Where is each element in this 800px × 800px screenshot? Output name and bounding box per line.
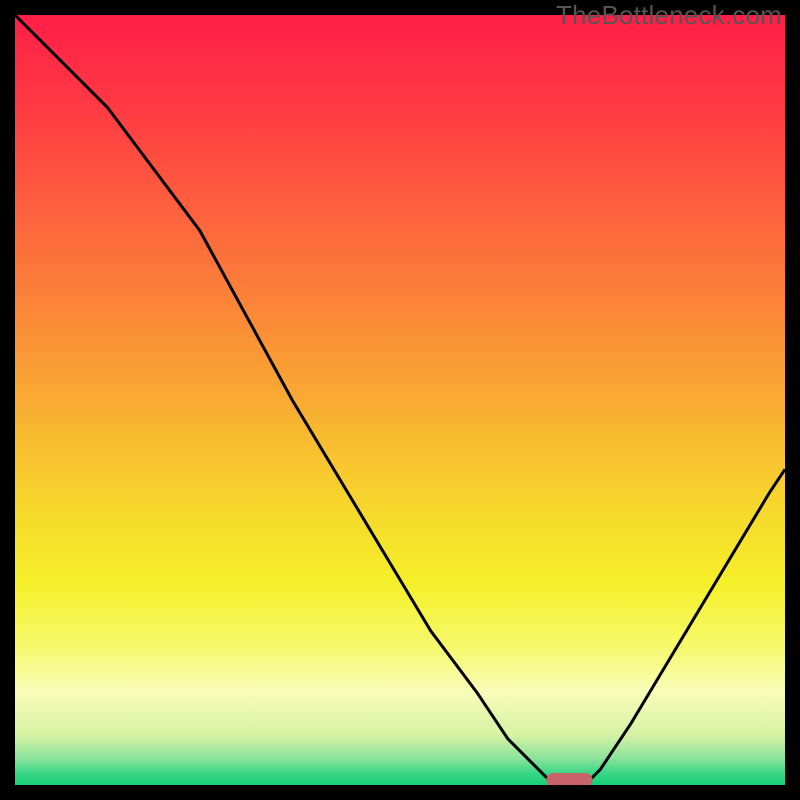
chart-frame bbox=[15, 15, 785, 785]
bottleneck-chart bbox=[15, 15, 785, 785]
optimal-marker bbox=[546, 773, 592, 785]
gradient-background bbox=[15, 15, 785, 785]
